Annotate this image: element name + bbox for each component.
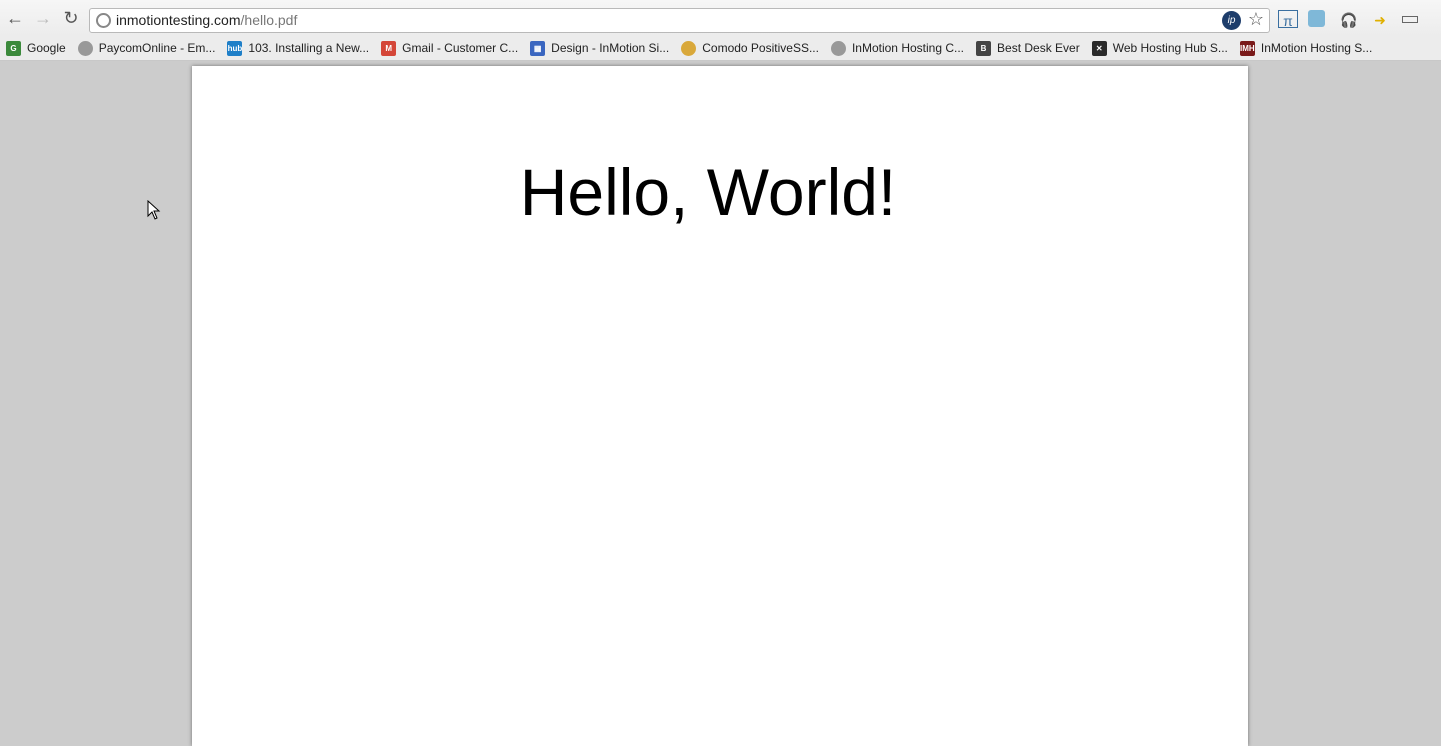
bookmark-favicon-icon: IMH <box>1239 40 1255 56</box>
bookmark-item[interactable]: ✕ Web Hosting Hub S... <box>1091 40 1228 56</box>
bookmark-item[interactable]: Comodo PositiveSS... <box>681 40 819 56</box>
bookmark-label: 103. Installing a New... <box>248 41 370 55</box>
pdf-page: Hello, World! <box>192 66 1248 746</box>
bookmark-label: Google <box>27 41 66 55</box>
forward-button[interactable]: → <box>33 8 53 28</box>
bookmark-favicon-icon: ▦ <box>530 40 546 56</box>
bookmark-favicon-icon: G <box>6 40 21 56</box>
bookmark-item[interactable]: hub 103. Installing a New... <box>227 40 370 56</box>
bookmark-item[interactable]: G Google <box>6 40 66 56</box>
bookmark-label: Web Hosting Hub S... <box>1112 41 1228 55</box>
pi-icon[interactable]: π <box>1278 10 1298 29</box>
url-path: /hello.pdf <box>240 12 298 28</box>
minimize-icon[interactable] <box>1402 16 1418 23</box>
phone-arrow-icon[interactable]: ➜ <box>1370 10 1390 30</box>
bookmark-label: Comodo PositiveSS... <box>702 41 819 55</box>
star-icon[interactable]: ☆ <box>1248 9 1264 30</box>
bookmark-favicon-icon: hub <box>227 40 243 56</box>
headphones-icon[interactable]: 🎧 <box>1339 10 1359 30</box>
reload-button[interactable]: ↻ <box>61 8 81 28</box>
back-button[interactable]: ← <box>5 8 25 28</box>
bookmark-label: InMotion Hosting S... <box>1260 41 1373 55</box>
bookmark-item[interactable]: ▦ Design - InMotion Si... <box>530 40 670 56</box>
bookmark-label: Best Desk Ever <box>997 41 1080 55</box>
bookmarks-bar: G Google PaycomOnline - Em... hub 103. Insta… <box>0 36 1441 61</box>
ip-icon[interactable]: ip <box>1222 11 1241 30</box>
url-host: inmotiontesting.com <box>116 12 241 28</box>
url-text[interactable]: inmotiontesting.com/hello.pdf <box>116 12 297 28</box>
bookmark-favicon-icon <box>681 40 697 56</box>
bookmark-item[interactable]: InMotion Hosting C... <box>830 40 965 56</box>
bookmark-favicon-icon: M <box>381 40 397 56</box>
bookmark-label: Design - InMotion Si... <box>551 41 670 55</box>
bookmark-favicon-icon: ✕ <box>1091 40 1107 56</box>
globe-icon <box>96 13 111 28</box>
bookmark-label: InMotion Hosting C... <box>851 41 965 55</box>
owl-icon[interactable] <box>1308 10 1325 27</box>
bookmark-favicon-icon <box>830 40 846 56</box>
bookmark-item[interactable]: PaycomOnline - Em... <box>77 40 216 56</box>
address-bar[interactable]: inmotiontesting.com/hello.pdf ip ☆ <box>89 8 1270 33</box>
browser-toolbar: ← → ↻ inmotiontesting.com/hello.pdf ip ☆… <box>0 0 1441 36</box>
bookmark-favicon-icon: B <box>976 40 992 56</box>
bookmark-item[interactable]: B Best Desk Ever <box>976 40 1080 56</box>
bookmark-item[interactable]: M Gmail - Customer C... <box>381 40 519 56</box>
bookmark-item[interactable]: IMH InMotion Hosting S... <box>1239 40 1373 56</box>
mouse-cursor-icon <box>147 200 161 220</box>
document-text: Hello, World! <box>519 155 897 229</box>
bookmark-label: Gmail - Customer C... <box>402 41 519 55</box>
bookmark-favicon-icon <box>77 40 93 56</box>
bookmark-label: PaycomOnline - Em... <box>98 41 216 55</box>
